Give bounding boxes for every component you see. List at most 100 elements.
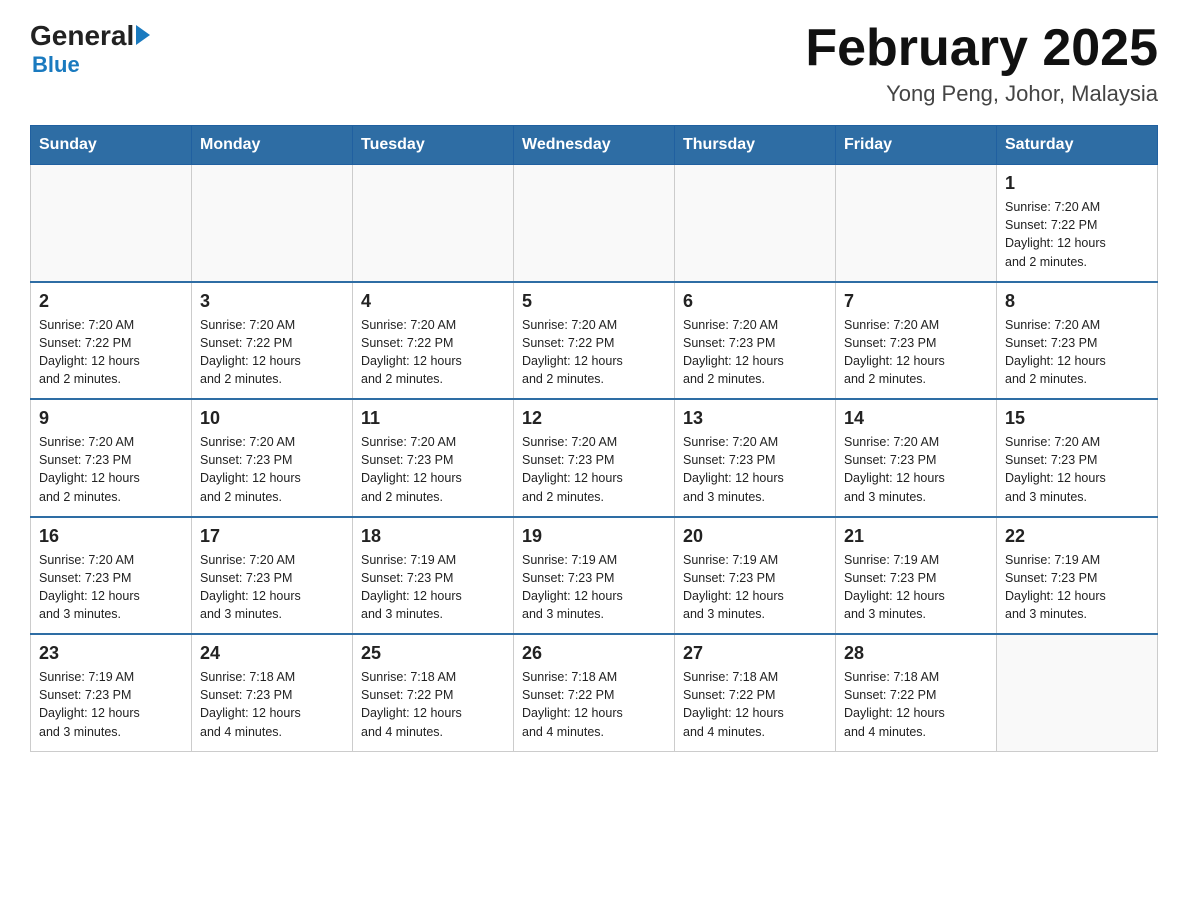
day-info: Sunrise: 7:19 AM Sunset: 7:23 PM Dayligh… [39, 668, 183, 741]
day-info: Sunrise: 7:18 AM Sunset: 7:22 PM Dayligh… [683, 668, 827, 741]
day-number: 5 [522, 291, 666, 312]
calendar-cell: 17 Sunrise: 7:20 AM Sunset: 7:23 PM Dayli… [192, 517, 353, 635]
day-info: Sunrise: 7:20 AM Sunset: 7:23 PM Dayligh… [200, 433, 344, 506]
calendar-cell: 14 Sunrise: 7:20 AM Sunset: 7:23 PM Dayli… [836, 399, 997, 517]
logo-general: General [30, 20, 134, 52]
day-info: Sunrise: 7:19 AM Sunset: 7:23 PM Dayligh… [683, 551, 827, 624]
logo-arrow-icon [136, 25, 150, 45]
day-number: 14 [844, 408, 988, 429]
calendar-cell: 4Sunrise: 7:20 AM Sunset: 7:22 PM Daylig… [353, 282, 514, 400]
weekday-header-tuesday: Tuesday [353, 126, 514, 165]
day-info: Sunrise: 7:18 AM Sunset: 7:22 PM Dayligh… [361, 668, 505, 741]
calendar-cell [514, 165, 675, 282]
day-info: Sunrise: 7:20 AM Sunset: 7:23 PM Dayligh… [1005, 433, 1149, 506]
day-number: 27 [683, 643, 827, 664]
title-block: February 2025 Yong Peng, Johor, Malaysia [805, 20, 1158, 107]
calendar-cell: 24Sunrise: 7:18 AM Sunset: 7:23 PM Dayli… [192, 634, 353, 751]
calendar-cell: 23 Sunrise: 7:19 AM Sunset: 7:23 PM Dayli… [31, 634, 192, 751]
day-info: Sunrise: 7:20 AM Sunset: 7:23 PM Dayligh… [683, 316, 827, 389]
day-info: Sunrise: 7:19 AM Sunset: 7:23 PM Dayligh… [522, 551, 666, 624]
calendar-cell: 12 Sunrise: 7:20 AM Sunset: 7:23 PM Dayli… [514, 399, 675, 517]
day-info: Sunrise: 7:20 AM Sunset: 7:23 PM Dayligh… [200, 551, 344, 624]
logo-blue: Blue [32, 52, 80, 78]
calendar-week-row: 2 Sunrise: 7:20 AM Sunset: 7:22 PM Daylig… [31, 282, 1158, 400]
calendar-cell: 10 Sunrise: 7:20 AM Sunset: 7:23 PM Dayli… [192, 399, 353, 517]
day-number: 10 [200, 408, 344, 429]
day-number: 9 [39, 408, 183, 429]
day-number: 23 [39, 643, 183, 664]
day-number: 21 [844, 526, 988, 547]
day-info: Sunrise: 7:20 AM Sunset: 7:23 PM Dayligh… [361, 433, 505, 506]
day-number: 7 [844, 291, 988, 312]
day-number: 2 [39, 291, 183, 312]
day-info: Sunrise: 7:20 AM Sunset: 7:23 PM Dayligh… [844, 433, 988, 506]
weekday-header-row: SundayMondayTuesdayWednesdayThursdayFrid… [31, 126, 1158, 165]
day-info: Sunrise: 7:19 AM Sunset: 7:23 PM Dayligh… [1005, 551, 1149, 624]
weekday-header-saturday: Saturday [997, 126, 1158, 165]
calendar-cell [836, 165, 997, 282]
day-number: 26 [522, 643, 666, 664]
day-number: 17 [200, 526, 344, 547]
calendar-table: SundayMondayTuesdayWednesdayThursdayFrid… [30, 125, 1158, 752]
day-number: 11 [361, 408, 505, 429]
day-number: 20 [683, 526, 827, 547]
weekday-header-friday: Friday [836, 126, 997, 165]
day-info: Sunrise: 7:20 AM Sunset: 7:22 PM Dayligh… [361, 316, 505, 389]
day-number: 18 [361, 526, 505, 547]
logo-text: General [30, 20, 150, 52]
day-info: Sunrise: 7:20 AM Sunset: 7:23 PM Dayligh… [522, 433, 666, 506]
page-header: General Blue February 2025 Yong Peng, Jo… [30, 20, 1158, 107]
calendar-cell: 8Sunrise: 7:20 AM Sunset: 7:23 PM Daylig… [997, 282, 1158, 400]
day-info: Sunrise: 7:19 AM Sunset: 7:23 PM Dayligh… [844, 551, 988, 624]
day-number: 1 [1005, 173, 1149, 194]
calendar-cell: 27 Sunrise: 7:18 AM Sunset: 7:22 PM Dayli… [675, 634, 836, 751]
day-number: 13 [683, 408, 827, 429]
day-info: Sunrise: 7:20 AM Sunset: 7:22 PM Dayligh… [200, 316, 344, 389]
day-number: 3 [200, 291, 344, 312]
day-number: 24 [200, 643, 344, 664]
day-info: Sunrise: 7:20 AM Sunset: 7:22 PM Dayligh… [1005, 198, 1149, 271]
calendar-cell [353, 165, 514, 282]
weekday-header-monday: Monday [192, 126, 353, 165]
day-info: Sunrise: 7:20 AM Sunset: 7:23 PM Dayligh… [1005, 316, 1149, 389]
calendar-cell: 18Sunrise: 7:19 AM Sunset: 7:23 PM Dayli… [353, 517, 514, 635]
day-info: Sunrise: 7:20 AM Sunset: 7:23 PM Dayligh… [683, 433, 827, 506]
day-number: 19 [522, 526, 666, 547]
calendar-cell: 9 Sunrise: 7:20 AM Sunset: 7:23 PM Daylig… [31, 399, 192, 517]
day-info: Sunrise: 7:18 AM Sunset: 7:22 PM Dayligh… [522, 668, 666, 741]
calendar-cell: 6 Sunrise: 7:20 AM Sunset: 7:23 PM Daylig… [675, 282, 836, 400]
calendar-cell [997, 634, 1158, 751]
calendar-cell: 7 Sunrise: 7:20 AM Sunset: 7:23 PM Daylig… [836, 282, 997, 400]
weekday-header-thursday: Thursday [675, 126, 836, 165]
calendar-cell: 13 Sunrise: 7:20 AM Sunset: 7:23 PM Dayli… [675, 399, 836, 517]
calendar-week-row: 1 Sunrise: 7:20 AM Sunset: 7:22 PM Daylig… [31, 165, 1158, 282]
calendar-cell: 1 Sunrise: 7:20 AM Sunset: 7:22 PM Daylig… [997, 165, 1158, 282]
calendar-cell: 21 Sunrise: 7:19 AM Sunset: 7:23 PM Dayli… [836, 517, 997, 635]
calendar-subtitle: Yong Peng, Johor, Malaysia [805, 81, 1158, 107]
day-number: 12 [522, 408, 666, 429]
calendar-cell [31, 165, 192, 282]
day-number: 15 [1005, 408, 1149, 429]
calendar-cell: 22 Sunrise: 7:19 AM Sunset: 7:23 PM Dayli… [997, 517, 1158, 635]
calendar-cell: 20 Sunrise: 7:19 AM Sunset: 7:23 PM Dayli… [675, 517, 836, 635]
calendar-cell: 16Sunrise: 7:20 AM Sunset: 7:23 PM Dayli… [31, 517, 192, 635]
calendar-cell [192, 165, 353, 282]
calendar-cell: 3 Sunrise: 7:20 AM Sunset: 7:22 PM Daylig… [192, 282, 353, 400]
calendar-cell: 11 Sunrise: 7:20 AM Sunset: 7:23 PM Dayli… [353, 399, 514, 517]
calendar-cell: 19 Sunrise: 7:19 AM Sunset: 7:23 PM Dayli… [514, 517, 675, 635]
day-number: 28 [844, 643, 988, 664]
day-number: 25 [361, 643, 505, 664]
day-info: Sunrise: 7:20 AM Sunset: 7:22 PM Dayligh… [39, 316, 183, 389]
calendar-cell: 26 Sunrise: 7:18 AM Sunset: 7:22 PM Dayli… [514, 634, 675, 751]
calendar-week-row: 23 Sunrise: 7:19 AM Sunset: 7:23 PM Dayli… [31, 634, 1158, 751]
day-info: Sunrise: 7:20 AM Sunset: 7:22 PM Dayligh… [522, 316, 666, 389]
day-number: 6 [683, 291, 827, 312]
day-info: Sunrise: 7:20 AM Sunset: 7:23 PM Dayligh… [39, 433, 183, 506]
calendar-week-row: 16 Sunrise: 7:20 AM Sunset: 7:23 PM Dayli… [31, 517, 1158, 635]
calendar-cell: 5 Sunrise: 7:20 AM Sunset: 7:22 PM Daylig… [514, 282, 675, 400]
logo: General Blue [30, 20, 150, 78]
day-info: Sunrise: 7:20 AM Sunset: 7:23 PM Dayligh… [844, 316, 988, 389]
day-number: 16 [39, 526, 183, 547]
calendar-cell: 28Sunrise: 7:18 AM Sunset: 7:22 PM Dayli… [836, 634, 997, 751]
day-number: 22 [1005, 526, 1149, 547]
